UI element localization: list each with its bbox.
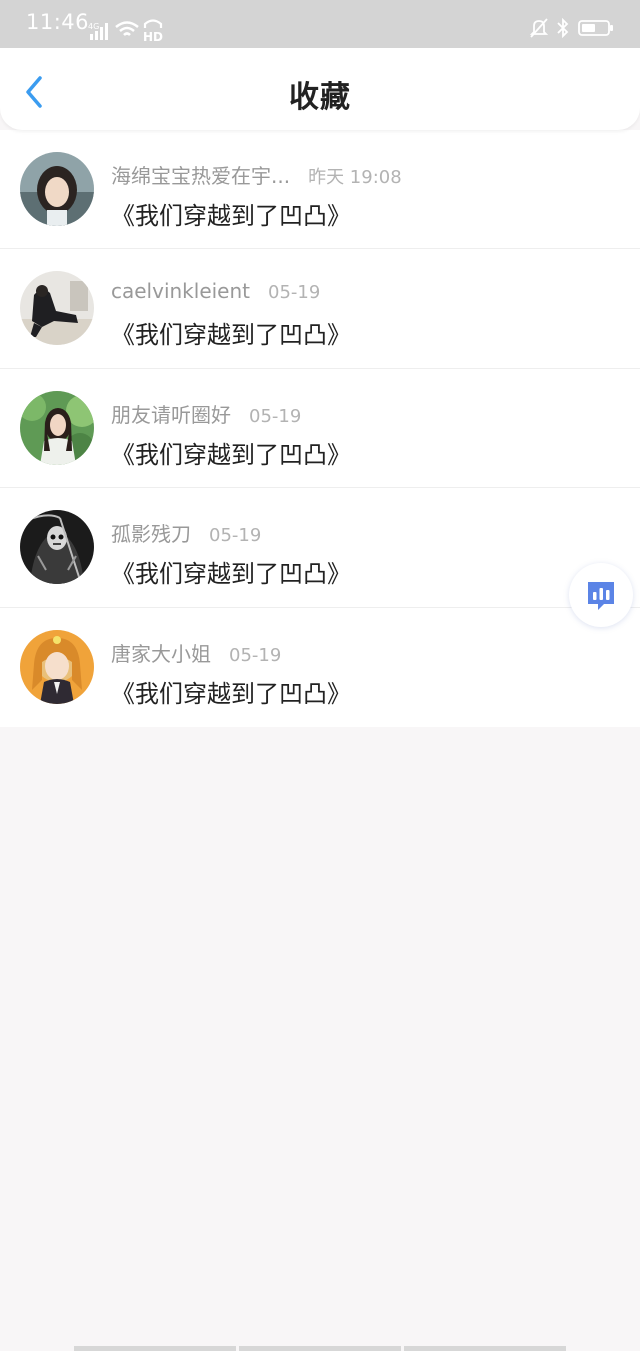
page-title: 收藏	[289, 80, 351, 115]
floating-chart-button[interactable]	[569, 563, 633, 627]
item-meta: 孤影残刀 05-19	[111, 518, 261, 547]
avatar[interactable]	[20, 390, 94, 465]
avatar[interactable]	[20, 629, 94, 704]
network-label: 4G	[88, 22, 99, 31]
author-name[interactable]: 海绵宝宝热爱在宇...	[111, 160, 290, 189]
signal-icon: 4G	[88, 22, 108, 40]
status-bar: 11:46 4G HD	[0, 0, 640, 48]
favorites-list: 海绵宝宝热爱在宇... 昨天 19:08 《我们穿越到了凹凸》 caelvink…	[0, 130, 640, 727]
list-item[interactable]: 海绵宝宝热爱在宇... 昨天 19:08 《我们穿越到了凹凸》	[0, 130, 640, 250]
avatar[interactable]	[20, 152, 94, 226]
item-meta: 唐家大小姐 05-19	[111, 638, 281, 667]
gesture-segment	[74, 1346, 236, 1351]
story-title[interactable]: 《我们穿越到了凹凸》	[111, 196, 351, 231]
story-title[interactable]: 《我们穿越到了凹凸》	[111, 315, 351, 350]
author-name[interactable]: 孤影残刀	[111, 518, 191, 547]
item-date: 05-19	[268, 282, 321, 304]
hd-label: HD	[143, 30, 163, 42]
list-item[interactable]: caelvinkleient 05-19 《我们穿越到了凹凸》	[0, 249, 640, 369]
status-right	[530, 18, 614, 38]
avatar[interactable]	[20, 271, 94, 346]
hd-icon: HD	[143, 19, 163, 42]
story-title[interactable]: 《我们穿越到了凹凸》	[111, 554, 351, 589]
item-meta: caelvinkleient 05-19	[111, 279, 320, 303]
story-title[interactable]: 《我们穿越到了凹凸》	[111, 435, 351, 470]
gesture-segment	[404, 1346, 566, 1351]
wifi-icon	[115, 21, 139, 36]
battery-icon	[578, 20, 613, 36]
item-date: 05-19	[249, 405, 302, 427]
gesture-segment	[239, 1346, 401, 1351]
item-meta: 朋友请听圈好 05-19	[111, 399, 301, 428]
list-item[interactable]: 唐家大小姐 05-19 《我们穿越到了凹凸》	[0, 608, 640, 727]
header: 收藏	[0, 48, 640, 130]
author-name[interactable]: 朋友请听圈好	[111, 399, 231, 428]
author-name[interactable]: 唐家大小姐	[111, 638, 211, 667]
mute-bell-icon	[530, 18, 548, 38]
bottom-gesture-bar	[74, 1346, 566, 1351]
chart-bubble-icon	[588, 582, 614, 610]
item-meta: 海绵宝宝热爱在宇... 昨天 19:08	[111, 160, 402, 189]
avatar[interactable]	[20, 510, 94, 585]
item-date: 昨天 19:08	[308, 167, 402, 188]
item-date: 05-19	[209, 525, 262, 547]
status-time: 11:46	[26, 10, 90, 34]
story-title[interactable]: 《我们穿越到了凹凸》	[111, 674, 351, 709]
item-date: 05-19	[229, 644, 282, 666]
author-name[interactable]: caelvinkleient	[111, 279, 250, 303]
list-item[interactable]: 孤影残刀 05-19 《我们穿越到了凹凸》	[0, 488, 640, 608]
bluetooth-icon	[557, 18, 569, 38]
list-item[interactable]: 朋友请听圈好 05-19 《我们穿越到了凹凸》	[0, 369, 640, 489]
